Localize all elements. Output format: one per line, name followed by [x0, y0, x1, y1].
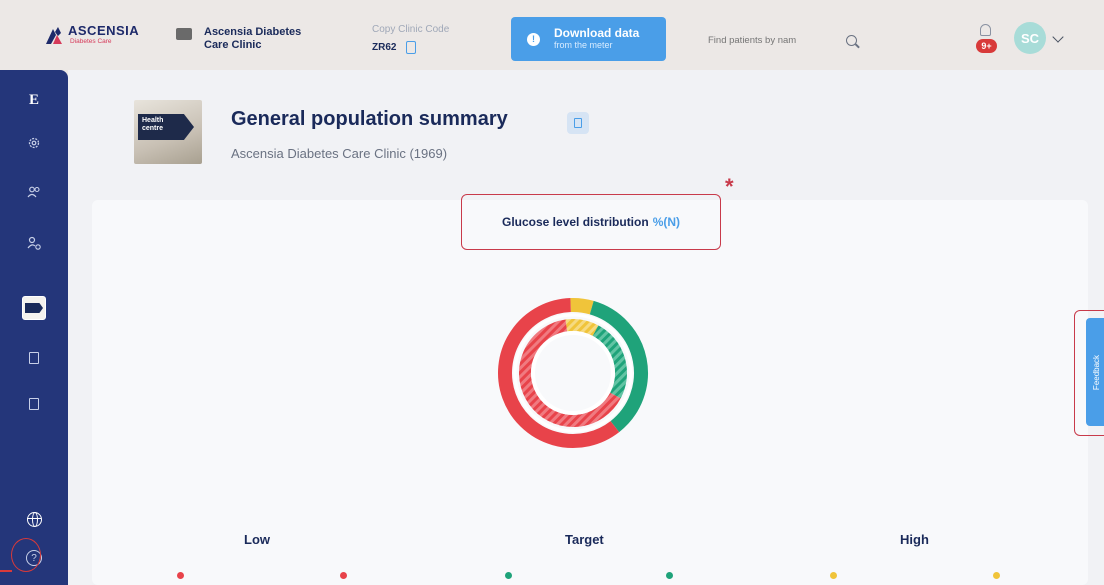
e-logo-icon: E	[28, 92, 39, 108]
chart-unit: %(N)	[652, 215, 681, 229]
feedback-label: Feedback	[1092, 354, 1102, 390]
clinic-icon	[176, 28, 192, 40]
copy-clinic-code: Copy Clinic Code ZR62	[372, 24, 449, 54]
sidebar-item-report-2[interactable]	[0, 398, 68, 410]
legend-high-dot	[993, 572, 1000, 579]
sidebar-item-population-summary[interactable]	[0, 296, 68, 320]
chart-title: Glucose level distribution	[501, 215, 649, 229]
logo-subtitle: Diabetes Care	[70, 38, 112, 45]
clinic-code: ZR62	[372, 42, 397, 53]
page-subtitle: Ascensia Diabetes Care Clinic (1969)	[231, 146, 448, 161]
export-report-button[interactable]	[567, 112, 589, 134]
legend-low-dot	[340, 572, 347, 579]
notification-badge: 9+	[976, 39, 997, 53]
sidebar-item-home[interactable]: E	[0, 92, 68, 109]
clinic-name: Ascensia Diabetes Care Clinic	[204, 26, 302, 51]
health-centre-thumbnail	[22, 296, 46, 320]
legend-target-dot	[666, 572, 673, 579]
document-icon	[574, 118, 582, 128]
help-annotation-circle	[11, 538, 41, 572]
sidebar-item-patients[interactable]	[0, 186, 68, 198]
search-input[interactable]	[708, 34, 838, 46]
legend-high-dot	[830, 572, 837, 579]
avatar[interactable]: SC	[1014, 22, 1046, 54]
globe-icon	[26, 512, 42, 527]
page-title: General population summary	[231, 108, 508, 130]
document-icon	[29, 398, 39, 410]
sidebar-item-report-1[interactable]	[0, 352, 68, 364]
donut-outer-slice-high	[570, 298, 594, 315]
copy-code-label: Copy Clinic Code	[372, 24, 450, 35]
feedback-tab[interactable]: Feedback	[1086, 318, 1104, 426]
legend-low-label: Low	[244, 532, 270, 547]
help-annotation-arrow	[0, 570, 12, 572]
legend-target-label: Target	[565, 532, 604, 547]
sidebar-item-settings[interactable]	[0, 136, 68, 150]
donut-inner-ring-outline	[531, 331, 615, 415]
chart-title-annotation: Glucose level distribution %(N)	[461, 194, 721, 250]
download-data-button[interactable]: ! Download data from the meter	[511, 17, 666, 61]
sidebar-item-add-patient[interactable]	[0, 236, 68, 250]
legend-high-label: High	[900, 532, 929, 547]
copy-icon[interactable]	[406, 41, 417, 54]
chevron-down-icon[interactable]	[1052, 31, 1064, 43]
legend-low-dot	[177, 572, 184, 579]
sidebar-item-language[interactable]	[0, 512, 68, 527]
sidebar: E ?	[0, 70, 68, 585]
download-info-icon: !	[527, 32, 540, 46]
main-content: Health centre General population summary…	[68, 70, 1104, 585]
bell-icon	[980, 24, 991, 36]
gear-icon	[28, 137, 40, 149]
search-icon[interactable]	[846, 34, 857, 46]
patient-search	[704, 27, 870, 53]
logo-name: ASCENSIA	[68, 23, 140, 38]
health-centre-image: Health centre	[134, 100, 202, 164]
glucose-donut-chart	[498, 298, 648, 448]
document-icon	[29, 352, 39, 364]
download-subtitle: from the meter	[554, 39, 613, 50]
annotation-asterisk: *	[725, 174, 734, 199]
download-title: Download data	[554, 26, 640, 41]
clinic-selector[interactable]: Ascensia Diabetes Care Clinic	[176, 26, 324, 52]
top-bar: ASCENSIA Diabetes Care Ascensia Diabetes…	[0, 0, 1104, 70]
ascensia-logo[interactable]: ASCENSIA Diabetes Care	[44, 24, 139, 46]
sign-text: Health centre	[142, 117, 164, 132]
users-icon	[27, 186, 40, 198]
user-plus-icon	[27, 236, 41, 250]
donut-inner-slice-high	[565, 319, 599, 337]
legend-target-dot	[505, 572, 512, 579]
ascensia-logo-icon	[46, 26, 62, 44]
notifications-button[interactable]: 9+	[973, 22, 1001, 58]
